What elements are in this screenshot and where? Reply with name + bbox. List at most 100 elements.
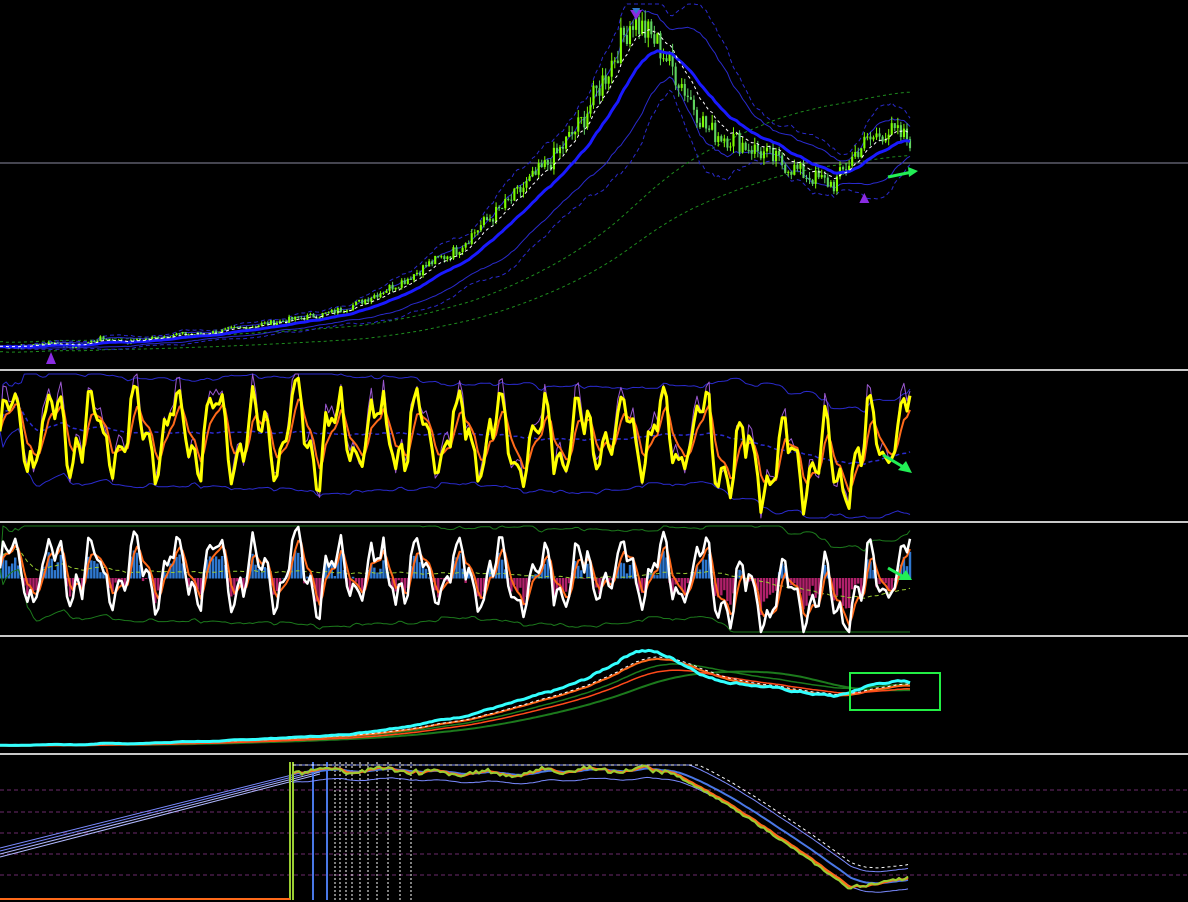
candle-body — [552, 147, 555, 170]
histogram-bar — [114, 578, 117, 583]
chart-stage — [0, 0, 1188, 902]
pane-separator[interactable] — [0, 635, 1188, 637]
histogram-bar — [7, 566, 11, 579]
candle-body — [580, 117, 583, 119]
candle-body — [726, 138, 729, 148]
candle-body — [461, 247, 464, 253]
candle-body — [863, 136, 866, 149]
candle-body — [796, 164, 799, 169]
candle-body — [592, 85, 595, 106]
histogram-bar — [835, 578, 839, 596]
candle-body — [93, 340, 96, 342]
candle-body — [905, 128, 909, 140]
histogram-bar — [14, 557, 17, 579]
candle-body — [479, 225, 482, 231]
candle-body — [814, 170, 817, 184]
candle-body — [440, 256, 443, 258]
candle-body — [561, 147, 565, 149]
histogram-bar — [421, 566, 425, 579]
candle-body — [181, 332, 184, 334]
histogram-bar — [768, 578, 772, 595]
histogram-bar — [838, 578, 842, 589]
candle-body — [741, 142, 744, 153]
histogram-bar — [677, 578, 680, 583]
candle-body — [309, 313, 312, 316]
histogram-bar — [720, 578, 723, 596]
histogram-bar — [814, 578, 817, 598]
histogram-bar — [4, 560, 8, 579]
histogram-bar — [59, 554, 63, 579]
histogram-bar — [793, 578, 796, 584]
candle-body — [382, 292, 385, 294]
pane-separator[interactable] — [0, 369, 1188, 371]
candle-body — [805, 177, 808, 179]
candle-body — [589, 105, 592, 114]
candle-body — [418, 272, 422, 276]
candle-body — [351, 305, 355, 310]
histogram-bar — [440, 578, 443, 580]
histogram-bar — [519, 578, 522, 588]
candle-body — [692, 99, 695, 110]
histogram-bar — [351, 576, 355, 579]
histogram-bar — [500, 559, 504, 579]
candle-body — [525, 180, 528, 188]
candle-body — [391, 284, 394, 290]
histogram-bar — [354, 578, 358, 582]
candle-body — [230, 327, 233, 329]
candle-body — [555, 147, 559, 154]
histogram-bar — [376, 572, 379, 579]
histogram-bar — [157, 578, 160, 591]
histogram-bar — [844, 578, 848, 609]
candle-body — [403, 280, 406, 284]
candle-body — [893, 123, 896, 129]
candle-body — [698, 122, 702, 128]
candle-body — [784, 164, 787, 173]
candle-body — [595, 85, 598, 89]
candle-body — [845, 169, 848, 171]
candle-body — [324, 312, 327, 314]
candle-body — [288, 316, 291, 323]
histogram-bar — [857, 578, 860, 584]
candle-body — [677, 85, 680, 88]
candle-body — [793, 164, 796, 175]
pane-separator[interactable] — [0, 753, 1188, 755]
candle-body — [376, 295, 379, 298]
pane-separator[interactable] — [0, 521, 1188, 523]
histogram-bar — [135, 552, 139, 579]
histogram-bar — [811, 578, 814, 586]
candle-body — [860, 148, 863, 158]
candle-body — [723, 138, 726, 142]
candle-body — [272, 320, 275, 326]
candle-body — [379, 293, 382, 298]
candle-body — [397, 287, 400, 289]
candle-body — [437, 255, 440, 257]
candle-body — [854, 152, 857, 157]
candle-body — [406, 278, 409, 284]
candle-body — [364, 299, 367, 304]
candle-body — [504, 198, 507, 209]
candle-body — [841, 167, 845, 170]
candle-body — [154, 337, 157, 339]
candle-body — [653, 34, 656, 44]
candle-body — [50, 342, 53, 345]
candle-body — [787, 171, 790, 173]
candle-body — [601, 75, 604, 96]
candle-body — [714, 122, 717, 143]
candle-body — [826, 177, 829, 187]
histogram-bar — [281, 577, 285, 579]
histogram-bar — [704, 559, 708, 579]
candle-body — [808, 177, 811, 180]
histogram-bar — [723, 578, 726, 591]
histogram-bar — [278, 578, 282, 582]
histogram-bar — [53, 570, 56, 579]
candle-body — [598, 88, 601, 96]
candle-body — [361, 299, 364, 304]
candle-body — [574, 131, 577, 135]
histogram-bar — [141, 578, 145, 582]
candle-body — [281, 320, 285, 322]
candle-body — [355, 301, 358, 306]
candle-body — [516, 186, 519, 189]
candle-body — [199, 332, 202, 335]
candle-body — [537, 163, 540, 175]
candle-body — [851, 156, 854, 166]
